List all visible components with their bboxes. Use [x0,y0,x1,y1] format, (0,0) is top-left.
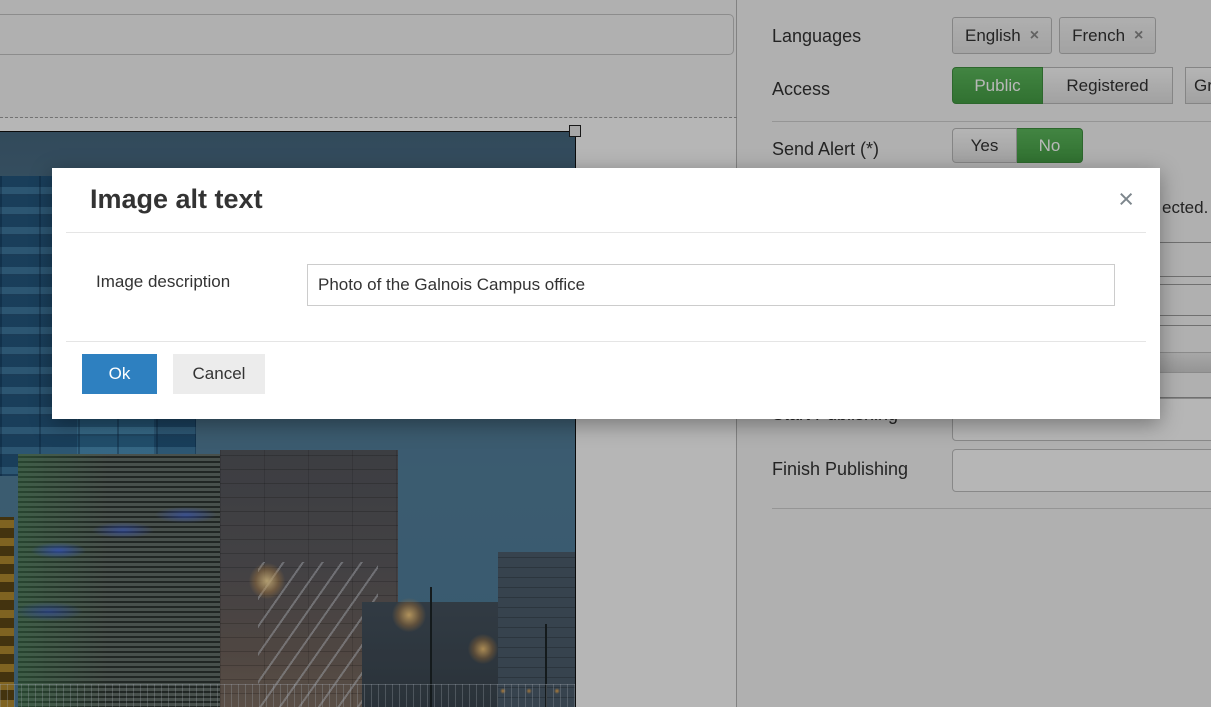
ok-button[interactable]: Ok [82,354,157,394]
image-alt-text-dialog: Image alt text × Image description Ok Ca… [52,168,1160,419]
image-description-input[interactable] [307,264,1115,306]
cancel-button[interactable]: Cancel [173,354,265,394]
dialog-header-divider [66,232,1146,233]
close-icon[interactable]: × [1118,186,1134,213]
dialog-footer-divider [66,341,1146,342]
dialog-title: Image alt text [90,184,263,215]
image-description-label: Image description [96,272,230,292]
cms-article-edit-screen: 123 Tx PDF V [0,0,1211,707]
